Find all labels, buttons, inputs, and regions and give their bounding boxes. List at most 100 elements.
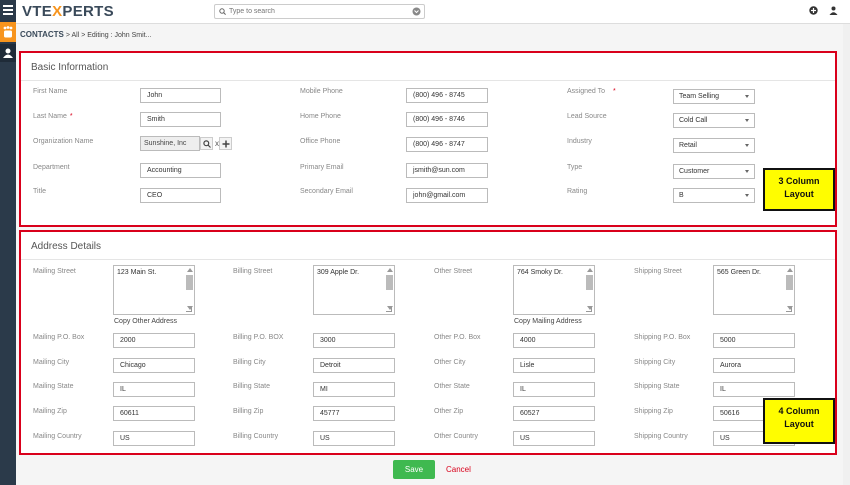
secondary-email-field[interactable]: john@gmail.com xyxy=(406,188,488,203)
logo-text-left: VTE xyxy=(22,3,53,20)
billing-country-label: Billing Country xyxy=(233,433,279,440)
assigned-to-label-text: Assigned To xyxy=(567,88,606,95)
lead-source-select[interactable]: Cold Call xyxy=(673,113,755,128)
shipping-street-textarea[interactable]: 565 Green Dr. xyxy=(713,265,795,315)
logo[interactable]: VTEXPERTS xyxy=(22,4,114,19)
other-country-field[interactable]: US xyxy=(513,431,595,446)
chevron-down-icon xyxy=(745,170,749,173)
section-divider xyxy=(21,259,835,260)
save-button[interactable]: Save xyxy=(393,460,435,479)
organization-field[interactable]: Sunshine, Inc xyxy=(140,136,200,151)
chevron-down-icon xyxy=(745,95,749,98)
callout-line: Layout xyxy=(784,189,814,199)
user-profile-icon[interactable] xyxy=(829,6,838,17)
other-city-field[interactable]: Lisle xyxy=(513,358,595,373)
resize-grip-icon[interactable] xyxy=(786,306,792,312)
three-column-callout: 3 Column Layout xyxy=(763,168,835,211)
cancel-link[interactable]: Cancel xyxy=(446,465,471,474)
other-state-field[interactable]: IL xyxy=(513,382,595,397)
copy-mailing-address-link[interactable]: Copy Mailing Address xyxy=(514,318,582,325)
section-title: Address Details xyxy=(31,241,102,252)
mailing-city-field[interactable]: Chicago xyxy=(113,358,195,373)
mailing-state-field[interactable]: IL xyxy=(113,382,195,397)
office-phone-label: Office Phone xyxy=(300,138,341,145)
breadcrumb-sep: > xyxy=(65,32,70,39)
resize-grip-icon[interactable] xyxy=(586,306,592,312)
mailing-zip-field[interactable]: 60611 xyxy=(113,406,195,421)
mobile-phone-field[interactable]: (800) 496 - 8745 xyxy=(406,88,488,103)
billing-po-box-label: Billing P.O. BOX xyxy=(233,334,284,341)
title-field[interactable]: CEO xyxy=(140,188,221,203)
dropdown-icon[interactable] xyxy=(412,7,421,18)
scrollbar[interactable] xyxy=(386,268,393,310)
menu-icon[interactable] xyxy=(3,5,13,17)
mailing-city-label: Mailing City xyxy=(33,359,70,366)
first-name-field[interactable]: John xyxy=(140,88,221,103)
first-name-label: First Name xyxy=(33,88,68,95)
last-name-label-text: Last Name xyxy=(33,113,67,120)
organization-add-button[interactable] xyxy=(219,137,232,150)
search-input[interactable] xyxy=(229,6,399,17)
mailing-street-value: 123 Main St. xyxy=(117,269,157,276)
industry-value: Retail xyxy=(679,142,697,149)
billing-street-textarea[interactable]: 309 Apple Dr. xyxy=(313,265,395,315)
billing-state-label: Billing State xyxy=(233,383,270,390)
mailing-po-box-field[interactable]: 2000 xyxy=(113,333,195,348)
last-name-label: Last Name * xyxy=(33,113,73,120)
resize-grip-icon[interactable] xyxy=(186,306,192,312)
mailing-country-field[interactable]: US xyxy=(113,431,195,446)
billing-city-field[interactable]: Detroit xyxy=(313,358,395,373)
shipping-po-box-field[interactable]: 5000 xyxy=(713,333,795,348)
mobile-phone-label: Mobile Phone xyxy=(300,88,343,95)
lead-source-value: Cold Call xyxy=(679,117,708,124)
billing-po-box-field[interactable]: 3000 xyxy=(313,333,395,348)
global-search[interactable] xyxy=(214,4,425,19)
rating-label: Rating xyxy=(567,188,588,195)
mailing-street-textarea[interactable]: 123 Main St. xyxy=(113,265,195,315)
chevron-down-icon xyxy=(745,144,749,147)
logo-x: X xyxy=(52,3,63,20)
breadcrumb-module[interactable]: CONTACTS xyxy=(20,30,64,39)
user-icon[interactable] xyxy=(0,44,16,62)
required-mark: * xyxy=(613,88,616,95)
resize-grip-icon[interactable] xyxy=(386,306,392,312)
primary-email-field[interactable]: jsmith@sun.com xyxy=(406,163,488,178)
department-field[interactable]: Accounting xyxy=(140,163,221,178)
industry-select[interactable]: Retail xyxy=(673,138,755,153)
mailing-state-label: Mailing State xyxy=(33,383,74,390)
copy-other-address-link[interactable]: Copy Other Address xyxy=(114,318,177,325)
mailing-street-label: Mailing Street xyxy=(33,268,76,275)
shipping-state-field[interactable]: IL xyxy=(713,382,795,397)
organization-search-button[interactable] xyxy=(200,137,213,150)
home-phone-field[interactable]: (800) 496 - 8746 xyxy=(406,112,488,127)
cat-icon[interactable] xyxy=(0,22,16,42)
top-header: VTEXPERTS xyxy=(16,0,850,24)
type-select[interactable]: Customer xyxy=(673,164,755,179)
page-scrollbar[interactable] xyxy=(843,24,850,485)
billing-street-value: 309 Apple Dr. xyxy=(317,269,360,276)
rating-select[interactable]: B xyxy=(673,188,755,203)
shipping-city-field[interactable]: Aurora xyxy=(713,358,795,373)
billing-country-field[interactable]: US xyxy=(313,431,395,446)
breadcrumb-all[interactable]: All xyxy=(71,32,79,39)
other-zip-field[interactable]: 60527 xyxy=(513,406,595,421)
scrollbar[interactable] xyxy=(786,268,793,310)
office-phone-field[interactable]: (800) 496 - 8747 xyxy=(406,137,488,152)
type-label: Type xyxy=(567,164,583,171)
left-rail xyxy=(0,0,16,485)
billing-state-field[interactable]: MI xyxy=(313,382,395,397)
mailing-zip-label: Mailing Zip xyxy=(33,408,67,415)
scrollbar[interactable] xyxy=(186,268,193,310)
billing-zip-field[interactable]: 45777 xyxy=(313,406,395,421)
breadcrumb: CONTACTS > All > Editing : John Smit... xyxy=(20,29,151,41)
scrollbar[interactable] xyxy=(586,268,593,310)
last-name-field[interactable]: Smith xyxy=(140,112,221,127)
shipping-street-value: 565 Green Dr. xyxy=(717,269,761,276)
plus-icon[interactable] xyxy=(809,6,818,17)
other-po-box-field[interactable]: 4000 xyxy=(513,333,595,348)
assigned-to-select[interactable]: Team Selling xyxy=(673,89,755,104)
other-street-value: 764 Smoky Dr. xyxy=(517,269,563,276)
other-street-textarea[interactable]: 764 Smoky Dr. xyxy=(513,265,595,315)
section-divider xyxy=(21,80,835,81)
rating-value: B xyxy=(679,192,684,199)
